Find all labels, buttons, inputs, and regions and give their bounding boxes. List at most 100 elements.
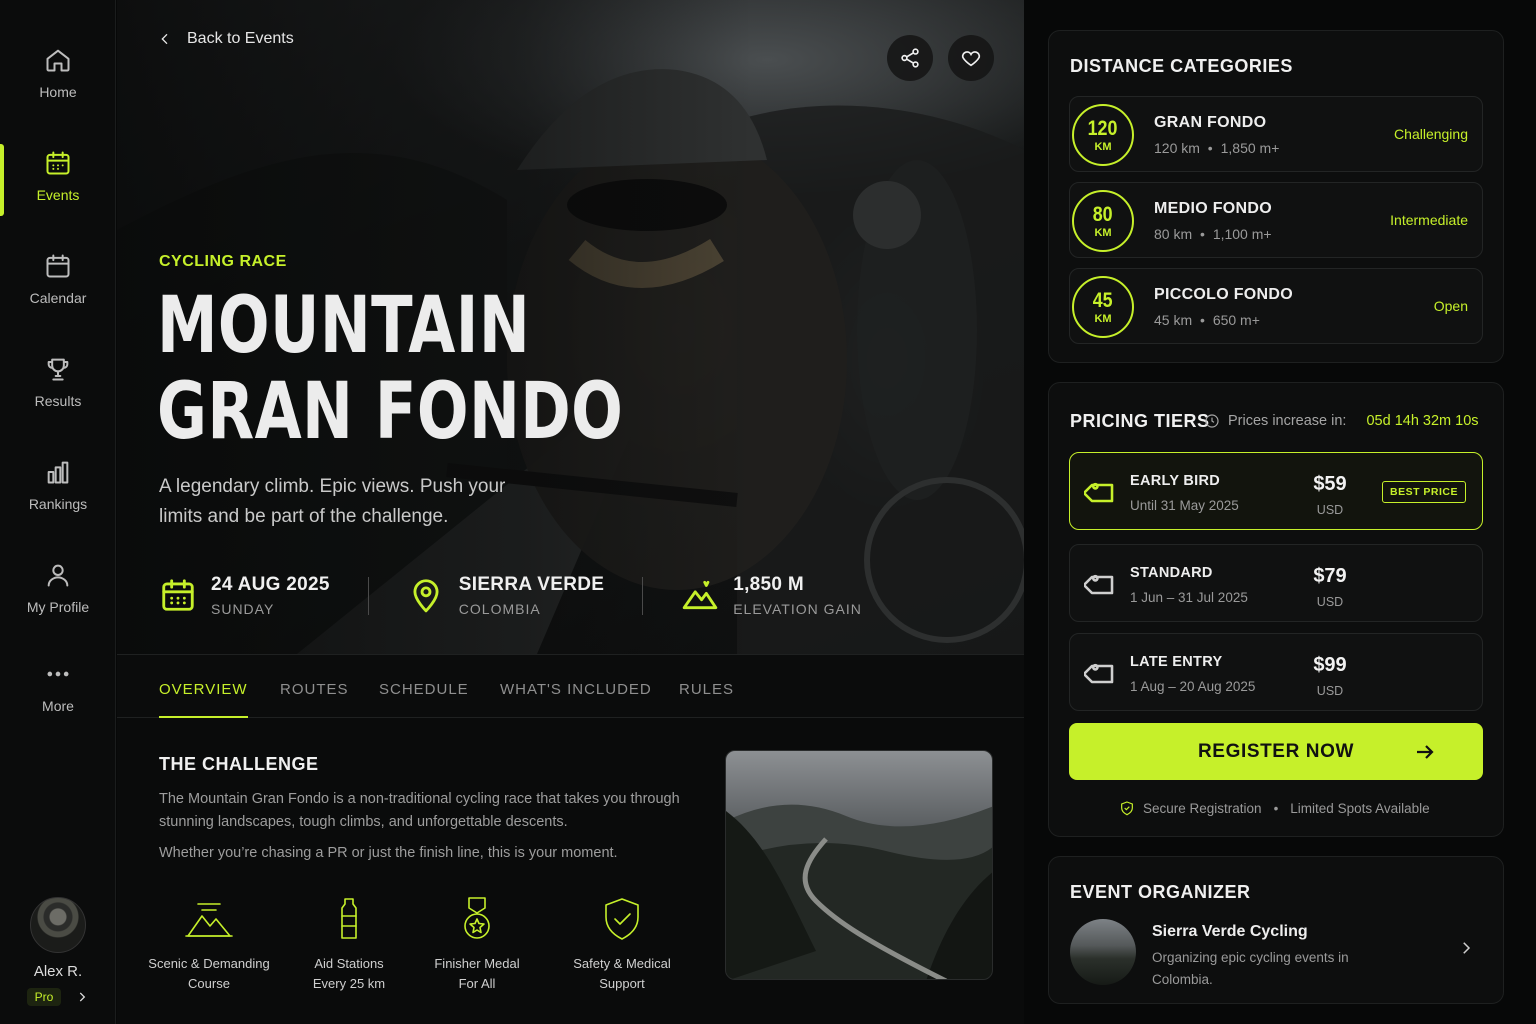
date-sub: SUNDAY bbox=[211, 601, 275, 617]
section-title: THE CHALLENGE bbox=[159, 754, 319, 774]
nav-item-more[interactable]: More bbox=[0, 642, 116, 732]
tier-dates: 1 Aug – 20 Aug 2025 bbox=[1130, 679, 1256, 694]
event-title: MOUNTAIN GRAN FONDO bbox=[157, 283, 625, 455]
nav-label: Calendar bbox=[29, 290, 87, 306]
distance-name: PICCOLO FONDO bbox=[1154, 286, 1294, 303]
distance-item[interactable]: 120 KM GRAN FONDO 120 km • 1,850 m+ Chal… bbox=[1069, 96, 1483, 172]
bar-chart-icon bbox=[47, 461, 69, 484]
feature-line1: Finisher Medal bbox=[434, 956, 520, 971]
tier-currency: USD bbox=[1316, 595, 1344, 609]
calendar-icon bbox=[162, 579, 194, 611]
feature-line2: Every 25 km bbox=[312, 976, 386, 991]
title-line-1: MOUNTAIN bbox=[157, 281, 531, 371]
event-kicker: CYCLING RACE bbox=[159, 253, 287, 270]
km-badge: 80 KM bbox=[1072, 190, 1134, 252]
tier-dates: 1 Jun – 31 Jul 2025 bbox=[1130, 590, 1248, 605]
share-icon bbox=[901, 48, 919, 68]
km-unit: KM bbox=[1094, 140, 1112, 153]
pricing-tier-early-bird[interactable]: EARLY BIRD Until 31 May 2025 $59 USD BES… bbox=[1069, 452, 1483, 530]
km-unit: KM bbox=[1094, 312, 1112, 325]
difficulty-level: Challenging bbox=[1394, 126, 1468, 142]
pricing-tier-standard[interactable]: STANDARD 1 Jun – 31 Jul 2025 $79 USD bbox=[1069, 544, 1483, 622]
chevron-right-icon[interactable] bbox=[75, 990, 89, 1004]
calendar-icon bbox=[46, 254, 70, 278]
pricing-tier-late-entry[interactable]: LATE ENTRY 1 Aug – 20 Aug 2025 $99 USD bbox=[1069, 633, 1483, 711]
feature-line1: Safety & Medical bbox=[573, 956, 671, 971]
card-title: DISTANCE CATEGORIES bbox=[1070, 56, 1293, 76]
pro-badge: Pro bbox=[26, 988, 62, 1006]
distance-km: 80 km bbox=[1154, 226, 1193, 242]
favorite-button[interactable] bbox=[948, 35, 994, 81]
feature-safety: Safety & Medical Support bbox=[552, 896, 692, 991]
user-name: Alex R. bbox=[33, 963, 83, 980]
tab-overview[interactable]: OVERVIEW bbox=[159, 681, 248, 719]
nav-item-my-profile[interactable]: My Profile bbox=[0, 543, 116, 633]
price-countdown: Prices increase in: 05d 14h 32m 10s bbox=[1204, 413, 1479, 429]
distance-item[interactable]: 80 KM MEDIO FONDO 80 km • 1,100 m+ Inter… bbox=[1069, 182, 1483, 258]
overview-paragraph-2: Whether you’re chasing a PR or just the … bbox=[159, 845, 618, 861]
avatar[interactable] bbox=[30, 897, 86, 953]
tier-price: $59 bbox=[1313, 473, 1347, 495]
winding-road-image bbox=[726, 804, 992, 979]
title-line-2: GRAN FONDO bbox=[157, 367, 624, 457]
home-icon bbox=[46, 49, 70, 72]
feature-aid-stations: Aid Stations Every 25 km bbox=[279, 896, 419, 991]
tab-whats-included[interactable]: WHAT'S INCLUDED bbox=[500, 681, 652, 698]
event-location: SIERRA VERDE COLOMBIA bbox=[407, 574, 604, 617]
tier-name: EARLY BIRD bbox=[1130, 473, 1221, 489]
tier-currency: USD bbox=[1316, 503, 1344, 517]
countdown-value: 05d 14h 32m 10s bbox=[1366, 413, 1479, 429]
distance-elevation: 1,850 m+ bbox=[1220, 140, 1280, 156]
event-date: 24 AUG 2025 SUNDAY bbox=[159, 574, 330, 617]
price-tag-icon bbox=[1084, 663, 1114, 684]
feature-line2: Support bbox=[599, 976, 645, 991]
tab-schedule[interactable]: SCHEDULE bbox=[379, 681, 469, 698]
divider bbox=[642, 576, 644, 615]
chevron-left-icon bbox=[161, 33, 168, 45]
tab-rules[interactable]: RULES bbox=[679, 681, 734, 698]
nav-label: Events bbox=[36, 187, 80, 203]
tier-price: $79 bbox=[1313, 565, 1347, 587]
user-icon bbox=[47, 564, 69, 587]
feature-course: Scenic & Demanding Course bbox=[139, 896, 279, 991]
organizer-avatar bbox=[1070, 919, 1136, 985]
tier-name: LATE ENTRY bbox=[1130, 654, 1223, 670]
back-to-events-link[interactable]: Back to Events bbox=[157, 30, 294, 48]
nav-label: Rankings bbox=[28, 496, 88, 512]
sidebar: Home Events Calendar Results Rankings My… bbox=[0, 0, 116, 1024]
best-price-badge: BEST PRICE bbox=[1382, 481, 1467, 503]
feature-line2: Course bbox=[188, 976, 230, 991]
nav-item-calendar[interactable]: Calendar bbox=[0, 234, 116, 324]
nav-item-rankings[interactable]: Rankings bbox=[0, 440, 116, 530]
km-unit: KM bbox=[1094, 226, 1112, 239]
distance-name: GRAN FONDO bbox=[1154, 114, 1267, 131]
shield-check-icon bbox=[1121, 801, 1133, 816]
nav-label: More bbox=[42, 698, 74, 714]
medal-icon bbox=[464, 897, 490, 939]
distance-item[interactable]: 45 KM PICCOLO FONDO 45 km • 650 m+ Open bbox=[1069, 268, 1483, 344]
tab-routes[interactable]: ROUTES bbox=[280, 681, 349, 698]
organizer-description: Organizing epic cycling events in Colomb… bbox=[1152, 950, 1349, 987]
nav-label: Results bbox=[34, 393, 82, 409]
countdown-label: Prices increase in: bbox=[1228, 413, 1347, 429]
route-photo bbox=[725, 750, 993, 980]
distance-categories-card: DISTANCE CATEGORIES 120 KM GRAN FONDO 12… bbox=[1048, 30, 1504, 363]
back-label: Back to Events bbox=[187, 30, 294, 47]
overview-section: THE CHALLENGE The Mountain Gran Fondo is… bbox=[117, 718, 1024, 1024]
elevation-sub: ELEVATION GAIN bbox=[733, 601, 862, 617]
location-pin-icon bbox=[413, 579, 439, 613]
register-now-button[interactable]: REGISTER NOW bbox=[1069, 723, 1483, 780]
event-facts: 24 AUG 2025 SUNDAY SIERRA VERDE COLOMBIA… bbox=[159, 574, 862, 617]
nav-item-results[interactable]: Results bbox=[0, 337, 116, 427]
separator-dot: • bbox=[1273, 800, 1279, 816]
share-button[interactable] bbox=[887, 35, 933, 81]
tier-name: STANDARD bbox=[1130, 565, 1213, 581]
km-badge: 45 KM bbox=[1072, 276, 1134, 338]
km-badge: 120 KM bbox=[1072, 104, 1134, 166]
user-box[interactable]: Alex R. Pro bbox=[0, 897, 116, 1006]
distance-elevation: 1,100 m+ bbox=[1212, 226, 1272, 242]
chevron-right-icon[interactable] bbox=[1457, 939, 1475, 957]
nav-item-home[interactable]: Home bbox=[0, 28, 116, 118]
event-organizer-card[interactable]: EVENT ORGANIZER Sierra Verde Cycling Org… bbox=[1048, 856, 1504, 1004]
nav-item-events[interactable]: Events bbox=[0, 131, 116, 221]
